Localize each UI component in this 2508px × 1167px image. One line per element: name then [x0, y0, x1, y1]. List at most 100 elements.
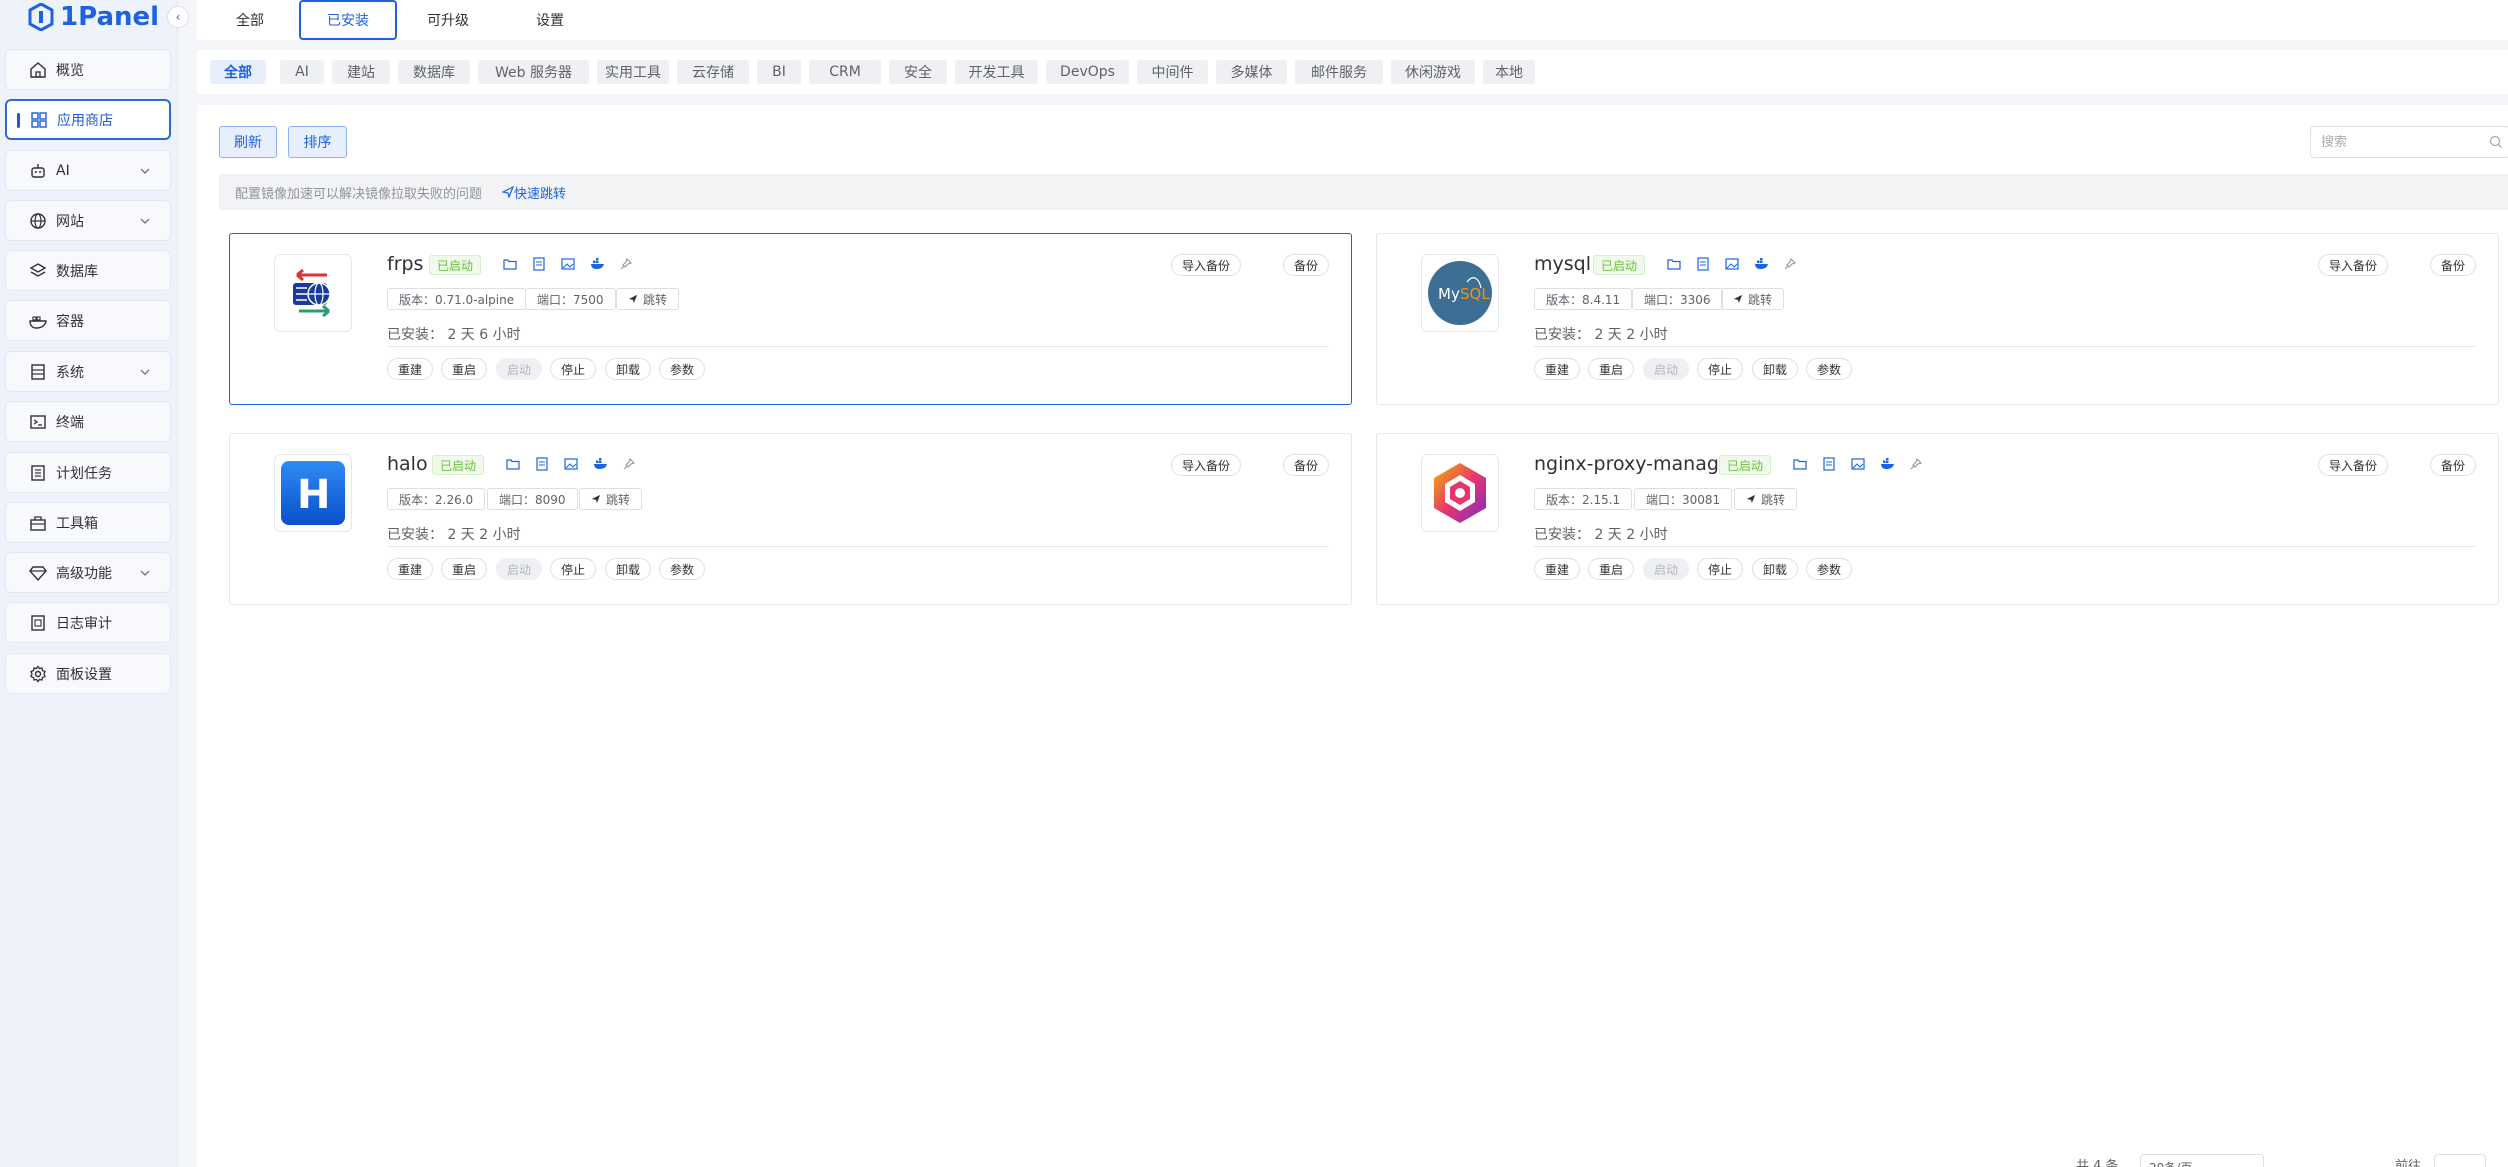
sidebar-item-9[interactable]: 工具箱 — [5, 502, 171, 543]
folder-icon[interactable] — [1792, 456, 1808, 472]
folder-icon[interactable] — [1666, 256, 1682, 272]
category-8[interactable]: CRM — [809, 60, 881, 84]
op-button-1[interactable]: 重启 — [441, 358, 488, 380]
quick-jump-link[interactable]: 快速跳转 — [502, 183, 566, 202]
op-button-0[interactable]: 重建 — [1534, 558, 1581, 580]
op-button-0[interactable]: 重建 — [387, 558, 434, 580]
refresh-button[interactable]: 刷新 — [219, 126, 277, 158]
op-button-1[interactable]: 重启 — [441, 558, 488, 580]
import-backup-button[interactable]: 导入备份 — [2317, 454, 2388, 476]
category-3[interactable]: 数据库 — [398, 60, 470, 84]
folder-icon[interactable] — [502, 256, 518, 272]
category-4[interactable]: Web 服务器 — [478, 60, 589, 84]
op-button-4[interactable]: 卸载 — [1752, 558, 1799, 580]
op-button-5[interactable]: 参数 — [659, 358, 706, 380]
sidebar-item-5[interactable]: 容器 — [5, 300, 171, 341]
op-button-0[interactable]: 重建 — [1534, 358, 1581, 380]
category-1[interactable]: AI — [280, 60, 324, 84]
search-input[interactable] — [2321, 134, 2471, 150]
app-card[interactable]: nginx-proxy-manager 已启动 版本：2.15.1 端口：30081 跳… — [1376, 433, 2499, 605]
pin-icon[interactable] — [1908, 456, 1924, 472]
image-icon[interactable] — [1724, 256, 1740, 272]
app-card[interactable]: frps 已启动 版本：0.71.0-alpine 端口：7500 跳转 已安装： 2 天… — [229, 233, 1352, 405]
category-16[interactable]: 本地 — [1483, 60, 1535, 84]
image-icon[interactable] — [1850, 456, 1866, 472]
app-name[interactable]: frps — [387, 253, 423, 275]
backup-button[interactable]: 备份 — [1282, 454, 1329, 476]
op-button-5[interactable]: 参数 — [1806, 358, 1853, 380]
image-icon[interactable] — [560, 256, 576, 272]
sort-button[interactable]: 排序 — [288, 126, 347, 158]
import-backup-button[interactable]: 导入备份 — [1170, 454, 1241, 476]
tab-upgradable[interactable]: 可升级 — [397, 0, 499, 40]
sidebar-item-1[interactable]: 应用商店 — [5, 99, 171, 140]
page-jump-input[interactable] — [2434, 1154, 2486, 1167]
op-button-5[interactable]: 参数 — [659, 558, 706, 580]
sidebar-item-10[interactable]: 高级功能 — [5, 552, 171, 593]
pin-icon[interactable] — [618, 256, 634, 272]
search-icon[interactable] — [2489, 135, 2503, 153]
category-15[interactable]: 休闲游戏 — [1391, 60, 1475, 84]
op-button-5[interactable]: 参数 — [1806, 558, 1853, 580]
sidebar-item-2[interactable]: AI — [5, 150, 171, 191]
op-button-4[interactable]: 卸载 — [1752, 358, 1799, 380]
category-11[interactable]: DevOps — [1046, 60, 1129, 84]
backup-button[interactable]: 备份 — [2429, 454, 2476, 476]
op-button-0[interactable]: 重建 — [387, 358, 434, 380]
docker-icon[interactable] — [589, 256, 605, 272]
sidebar-item-6[interactable]: 系统 — [5, 351, 171, 392]
backup-button[interactable]: 备份 — [1282, 254, 1329, 276]
op-button-1[interactable]: 重启 — [1588, 358, 1635, 380]
sidebar-item-0[interactable]: 概览 — [5, 49, 171, 90]
backup-button[interactable]: 备份 — [2429, 254, 2476, 276]
op-button-4[interactable]: 卸载 — [605, 358, 652, 380]
image-icon[interactable] — [563, 456, 579, 472]
folder-icon[interactable] — [505, 456, 521, 472]
docker-icon[interactable] — [1879, 456, 1895, 472]
category-10[interactable]: 开发工具 — [955, 60, 1038, 84]
collapse-sidebar-button[interactable]: ‹ — [167, 6, 189, 28]
category-12[interactable]: 中间件 — [1137, 60, 1208, 84]
jump-button[interactable]: 跳转 — [1734, 488, 1798, 510]
op-button-3[interactable]: 停止 — [550, 358, 597, 380]
page-size-select[interactable]: 20条/页 — [2140, 1154, 2264, 1167]
document-icon[interactable] — [1821, 456, 1837, 472]
docker-icon[interactable] — [592, 456, 608, 472]
category-9[interactable]: 安全 — [889, 60, 947, 84]
sidebar-item-12[interactable]: 面板设置 — [5, 653, 171, 694]
category-2[interactable]: 建站 — [332, 60, 390, 84]
jump-button[interactable]: 跳转 — [1721, 288, 1785, 310]
category-14[interactable]: 邮件服务 — [1295, 60, 1383, 84]
op-button-1[interactable]: 重启 — [1588, 558, 1635, 580]
jump-button[interactable]: 跳转 — [579, 488, 643, 510]
tab-settings[interactable]: 设置 — [499, 0, 601, 40]
app-logo[interactable]: 1Panel — [28, 0, 159, 34]
tab-all[interactable]: 全部 — [197, 0, 303, 40]
category-13[interactable]: 多媒体 — [1216, 60, 1287, 84]
app-name[interactable]: mysql — [1534, 253, 1591, 275]
category-7[interactable]: BI — [757, 60, 801, 84]
sidebar-item-8[interactable]: 计划任务 — [5, 452, 171, 493]
sidebar-item-11[interactable]: 日志审计 — [5, 602, 171, 643]
document-icon[interactable] — [534, 456, 550, 472]
op-button-3[interactable]: 停止 — [1697, 558, 1744, 580]
tab-installed[interactable]: 已安装 — [299, 0, 397, 40]
docker-icon[interactable] — [1753, 256, 1769, 272]
category-6[interactable]: 云存储 — [677, 60, 749, 84]
import-backup-button[interactable]: 导入备份 — [1170, 254, 1241, 276]
app-name[interactable]: nginx-proxy-manager — [1534, 453, 1738, 475]
sidebar-item-7[interactable]: 终端 — [5, 401, 171, 442]
op-button-3[interactable]: 停止 — [1697, 358, 1744, 380]
app-name[interactable]: halo — [387, 453, 428, 475]
pin-icon[interactable] — [1782, 256, 1798, 272]
pin-icon[interactable] — [621, 456, 637, 472]
jump-button[interactable]: 跳转 — [616, 288, 680, 310]
app-card[interactable]: My SQL mysql 已启动 版本：8.4.11 端口：3306 跳转 已安装： 2 天 … — [1376, 233, 2499, 405]
category-5[interactable]: 实用工具 — [597, 60, 669, 84]
document-icon[interactable] — [1695, 256, 1711, 272]
sidebar-item-3[interactable]: 网站 — [5, 200, 171, 241]
op-button-4[interactable]: 卸载 — [605, 558, 652, 580]
category-0[interactable]: 全部 — [210, 60, 266, 84]
sidebar-item-4[interactable]: 数据库 — [5, 250, 171, 291]
import-backup-button[interactable]: 导入备份 — [2317, 254, 2388, 276]
